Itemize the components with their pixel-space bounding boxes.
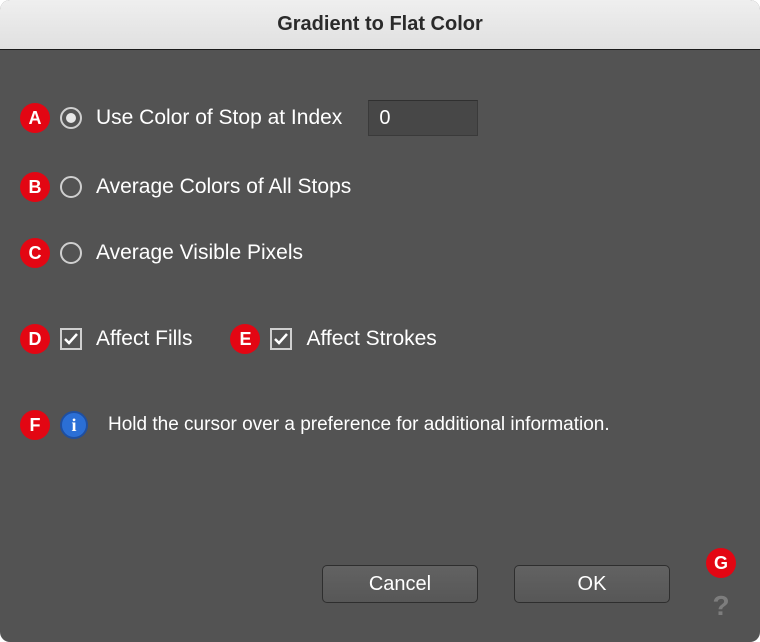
annotation-badge-a: A [20,103,50,133]
ok-button[interactable]: OK [514,565,670,603]
radio-average-stops[interactable] [60,176,82,198]
dialog-content: A Use Color of Stop at Index B Average C… [0,50,760,642]
option-row-avg-pixels: C Average Visible Pixels [20,238,740,268]
checkbox-affect-strokes[interactable] [270,328,292,350]
checkbox-label-fills: Affect Fills [96,327,192,351]
checkmark-icon [63,331,79,347]
info-icon: i [60,411,88,439]
annotation-badge-f: F [20,410,50,440]
option-row-use-stop: A Use Color of Stop at Index [20,100,740,136]
checkbox-label-strokes: Affect Strokes [306,327,436,351]
cancel-button[interactable]: Cancel [322,565,478,603]
titlebar: Gradient to Flat Color [0,0,760,50]
annotation-badge-g: G [706,548,736,578]
checkmark-icon [273,331,289,347]
annotation-badge-e: E [230,324,260,354]
dialog-window: Gradient to Flat Color A Use Color of St… [0,0,760,642]
annotation-badge-d: D [20,324,50,354]
radio-use-stop-index[interactable] [60,107,82,129]
dialog-button-bar: Cancel OK G ? [322,548,736,620]
help-area: G ? [706,548,736,620]
affect-row: D Affect Fills E Affect Strokes [20,324,740,354]
stop-index-input[interactable] [368,100,478,136]
option-row-avg-stops: B Average Colors of All Stops [20,172,740,202]
info-row: F i Hold the cursor over a preference fo… [20,410,740,440]
annotation-badge-b: B [20,172,50,202]
color-mode-radio-group: A Use Color of Stop at Index B Average C… [20,100,740,268]
radio-label-use-stop: Use Color of Stop at Index [96,106,342,130]
dialog-title: Gradient to Flat Color [277,13,483,36]
radio-average-pixels[interactable] [60,242,82,264]
affect-strokes-group: E Affect Strokes [230,324,436,354]
info-hint-text: Hold the cursor over a preference for ad… [108,414,610,436]
radio-label-avg-stops: Average Colors of All Stops [96,175,351,199]
radio-label-avg-pixels: Average Visible Pixels [96,241,303,265]
annotation-badge-c: C [20,238,50,268]
checkbox-affect-fills[interactable] [60,328,82,350]
help-icon[interactable]: ? [712,592,729,620]
